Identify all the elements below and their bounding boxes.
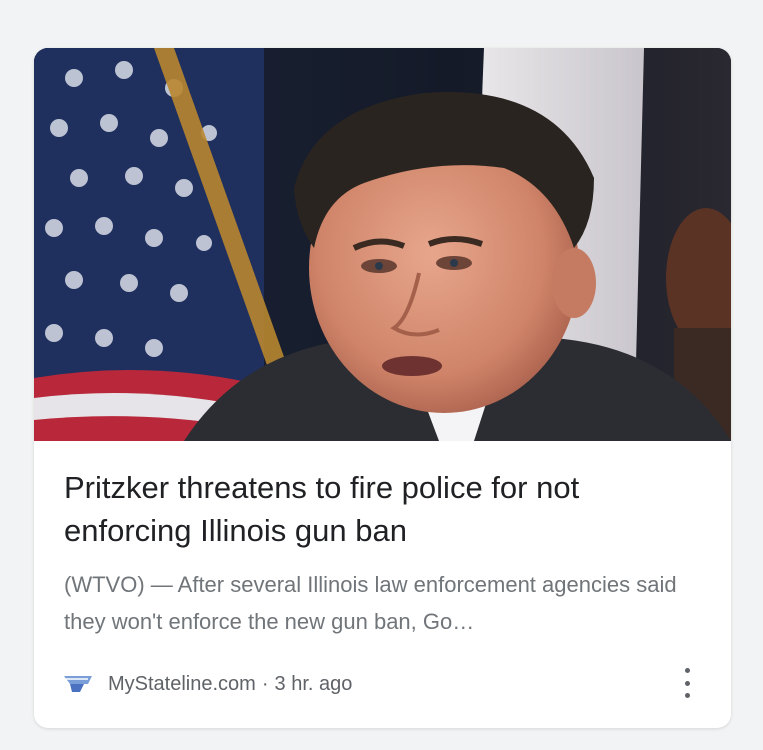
article-meta: MyStateline.com · 3 hr. ago xyxy=(62,668,702,700)
article-source[interactable]: MyStateline.com xyxy=(108,673,256,696)
more-dot-bottom xyxy=(684,693,690,698)
mystateline-favicon-icon xyxy=(62,670,96,698)
article-thumbnail[interactable] xyxy=(34,48,731,441)
article-headline[interactable]: Pritzker threatens to fire police for no… xyxy=(64,466,704,552)
more-vert-icon[interactable] xyxy=(681,668,693,698)
article-snippet: (WTVO) — After several Illinois law enfo… xyxy=(64,572,677,634)
more-dot-top xyxy=(684,668,690,673)
news-card[interactable]: Pritzker threatens to fire police for no… xyxy=(34,48,731,728)
article-time: 3 hr. ago xyxy=(274,672,353,695)
more-dot-middle xyxy=(684,680,690,686)
meta-separator: · xyxy=(261,672,269,695)
